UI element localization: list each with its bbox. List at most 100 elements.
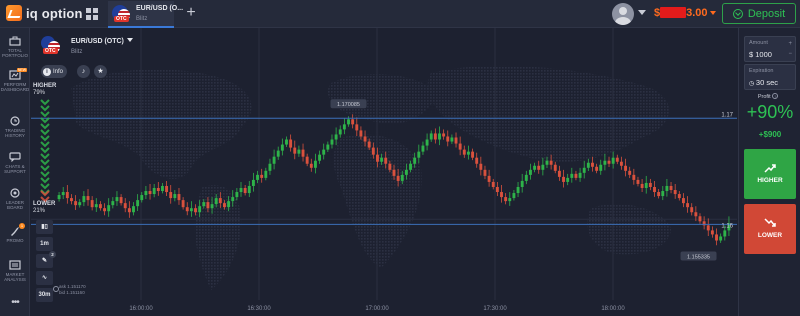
new-badge: NEW — [16, 68, 27, 72]
sentiment-up-chevron — [40, 123, 50, 130]
candle-body — [665, 185, 669, 192]
candle-body — [698, 216, 702, 222]
timeframe-button[interactable]: 1m — [36, 237, 53, 251]
sidebar-label: PROMO — [6, 238, 24, 243]
avatar[interactable] — [612, 3, 634, 25]
sidebar-item-portfolio[interactable]: TOTAL PORTFOLIO — [0, 36, 30, 58]
candle-body — [466, 151, 470, 155]
candle-body — [438, 133, 441, 140]
higher-sentiment: HIGHER 79% — [33, 83, 56, 97]
candle-body — [628, 170, 632, 175]
sidebar-item-leaderboard[interactable]: LEADER BOARD — [0, 188, 30, 210]
help-icon[interactable]: ? — [772, 93, 779, 99]
sidebar-item-market-analysis[interactable]: MARKET ANALYSIS — [0, 260, 30, 282]
chat-icon — [9, 152, 21, 162]
candle-body — [119, 197, 123, 204]
candle-body — [690, 207, 694, 213]
sidebar-label: TRADING HISTORY — [4, 128, 26, 138]
amount-stepper[interactable]: + − — [788, 39, 792, 59]
sentiment-up-chevron — [40, 147, 50, 154]
logo[interactable]: iq option — [6, 5, 83, 21]
deposit-button[interactable]: Deposit — [722, 3, 796, 24]
candle-body — [165, 185, 169, 193]
candle-body — [194, 208, 197, 213]
chart-type-button[interactable]: ▮▯ — [36, 220, 53, 234]
candle-body — [669, 185, 673, 191]
candle-body — [338, 129, 342, 135]
pencil-icon: ✎ — [41, 258, 48, 264]
draw-tool-button[interactable]: ✎ 2 — [36, 251, 56, 268]
candle-body — [582, 167, 586, 173]
sidebar-label: CHATS & SUPPORT — [4, 164, 26, 174]
candle-body — [380, 157, 384, 162]
expiration-field[interactable]: Expiration ◷ 30 sec — [744, 64, 796, 90]
amount-field[interactable]: Amount $ 1000 + − — [744, 36, 796, 62]
add-tab-button[interactable]: + — [180, 3, 202, 25]
candle-body — [706, 225, 710, 231]
candle-body — [305, 156, 309, 164]
candle-body — [624, 165, 628, 171]
candle-body — [694, 212, 698, 217]
candle-body — [223, 203, 226, 208]
candle-body — [57, 195, 61, 200]
candle-body — [363, 136, 367, 142]
asset-tab[interactable]: OTC EUR/USD (O... Blitz — [108, 1, 183, 28]
asset-type: Blitz — [71, 49, 83, 55]
candle-body — [384, 157, 388, 164]
candle-body — [619, 161, 623, 166]
sidebar: TOTAL PORTFOLIO NEW PERFORM DASHBOARD TR… — [0, 28, 30, 316]
period-button[interactable]: 30m — [36, 288, 53, 302]
x-tick-label: 16:30:00 — [247, 306, 271, 312]
candle-body — [429, 133, 433, 140]
sidebar-item-promo[interactable]: 1 PROMO — [0, 223, 30, 243]
indicator-button[interactable]: ∿ — [36, 271, 53, 285]
profit-amount: +$900 — [758, 130, 782, 139]
candle-body — [330, 139, 334, 145]
balance-chevron-icon[interactable] — [710, 11, 716, 15]
asset-name-text: EUR/USD (OTC) — [71, 38, 124, 45]
candle-body — [78, 202, 82, 206]
ask-bid: ask 1.151170 bid 1.151160 — [59, 284, 86, 296]
candle-body — [533, 165, 537, 170]
higher-label: HIGHER — [33, 83, 57, 89]
favorite-button[interactable]: ★ — [94, 65, 107, 78]
sidebar-item-more[interactable]: ••• — [0, 298, 30, 310]
candle-body — [442, 133, 446, 137]
sidebar-item-history[interactable]: TRADING HISTORY — [0, 116, 30, 138]
candle-body — [632, 174, 636, 180]
chart-area[interactable]: 16:00:00 16:30:00 17:00:00 17:30:00 18:00:00… — [31, 28, 737, 316]
balance[interactable]: $3.00 — [654, 7, 708, 19]
candle-body — [297, 149, 301, 154]
candle-body — [388, 163, 392, 170]
candle-body — [557, 170, 561, 177]
lower-button[interactable]: LOWER — [744, 204, 796, 254]
price-chart[interactable]: 16:00:00 16:30:00 17:00:00 17:30:00 18:00:00… — [31, 28, 737, 316]
candle-body — [483, 169, 487, 176]
candle-body — [545, 160, 549, 165]
candle-body — [661, 191, 665, 197]
info-label: Info — [53, 68, 64, 75]
candle-body — [132, 206, 135, 213]
info-button[interactable]: i Info — [41, 65, 68, 78]
tab-subtitle: Blitz — [136, 16, 148, 22]
sentiment-up-chevron — [40, 141, 50, 148]
asset-name[interactable]: EUR/USD (OTC) — [71, 38, 133, 45]
notification-button[interactable]: ♪ — [77, 65, 90, 78]
candle-body — [367, 141, 371, 148]
candle-body — [524, 174, 528, 181]
chevron-down-icon[interactable] — [638, 10, 646, 15]
x-tick-label: 16:00:00 — [129, 306, 153, 312]
candle-body — [61, 192, 65, 196]
sidebar-item-dashboard[interactable]: NEW PERFORM DASHBOARD — [0, 68, 30, 92]
higher-button[interactable]: HIGHER — [744, 149, 796, 199]
candle-body — [94, 204, 98, 208]
sidebar-item-chats[interactable]: CHATS & SUPPORT — [0, 152, 30, 174]
asset-grid-button[interactable] — [80, 3, 104, 25]
candle-body — [127, 208, 131, 213]
expiration-value[interactable]: ◷ 30 sec — [749, 78, 778, 87]
amount-value[interactable]: $ 1000 — [749, 50, 772, 59]
x-tick-label: 17:30:00 — [483, 306, 507, 312]
candle-body — [70, 198, 73, 202]
ask-label: ask 1.151170 — [59, 284, 86, 289]
candle-body — [123, 203, 127, 209]
